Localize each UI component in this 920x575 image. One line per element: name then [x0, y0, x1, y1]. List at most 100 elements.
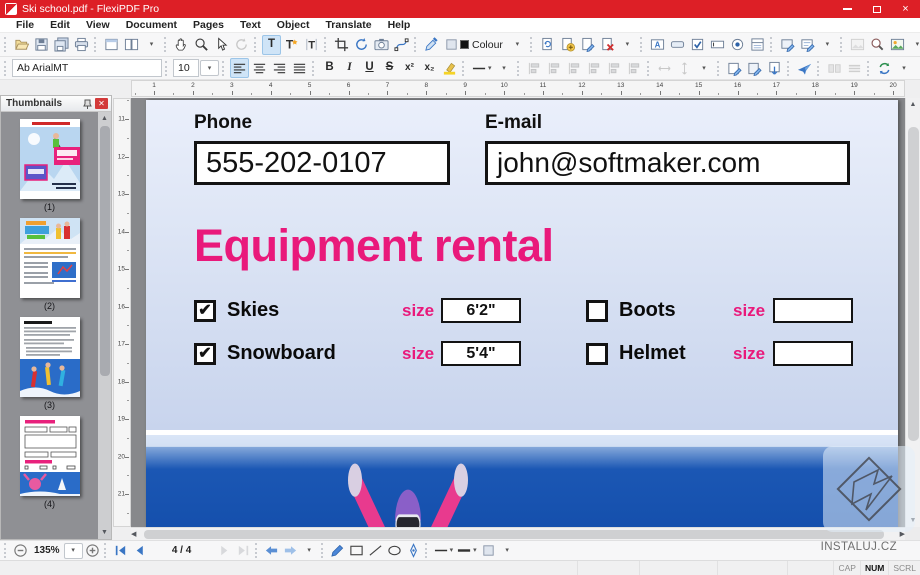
image-more-button[interactable]: ▾ [908, 35, 920, 55]
menu-item-view[interactable]: View [78, 19, 118, 31]
vertical-scroll-thumb[interactable] [908, 127, 919, 442]
page-view-more-button[interactable]: ▾ [142, 35, 161, 55]
obj-align-center-button[interactable] [545, 58, 564, 78]
select-object-tool-button[interactable] [212, 35, 231, 55]
draw-ellipse-button[interactable] [385, 541, 404, 561]
menu-item-file[interactable]: File [8, 19, 42, 31]
form-button-tool-button[interactable] [668, 35, 687, 55]
open-file-button[interactable] [12, 35, 31, 55]
zoom-tool-button[interactable] [192, 35, 211, 55]
edit-story-tool-button[interactable] [745, 58, 764, 78]
helmet-checkbox[interactable] [586, 342, 608, 365]
draw-line-button[interactable] [366, 541, 385, 561]
align-left-button[interactable] [230, 58, 249, 78]
format-more-button[interactable]: ▾ [495, 58, 514, 78]
draw-pencil-button[interactable] [328, 541, 347, 561]
stroke-style-button[interactable]: ▾ [432, 541, 456, 561]
snap-grid-button[interactable] [479, 541, 498, 561]
thumbnail-3[interactable] [19, 317, 80, 397]
boots-size-field[interactable] [773, 298, 853, 323]
thumbnails-scroll-down-icon[interactable]: ▼ [101, 527, 108, 538]
zoom-in-button[interactable] [83, 541, 102, 561]
obj-align-top-button[interactable] [585, 58, 604, 78]
edit-source-tool-button[interactable] [725, 58, 744, 78]
skies-checkbox[interactable]: ✔ [194, 299, 216, 322]
next-page-button[interactable] [215, 541, 234, 561]
previous-view-button[interactable] [262, 541, 281, 561]
stroke-width-button[interactable]: ▾ [455, 541, 479, 561]
horizontal-scrollbar[interactable]: ◀ ▶ [131, 527, 905, 540]
crop-tool-button[interactable] [332, 35, 351, 55]
grid-more-button[interactable]: ▾ [498, 541, 517, 561]
align-justify-button[interactable] [290, 58, 309, 78]
subscript-button[interactable]: x₂ [420, 58, 439, 78]
pin-icon[interactable] [83, 99, 92, 109]
insert-pages-button[interactable] [558, 35, 577, 55]
view-more-button[interactable]: ▾ [300, 541, 319, 561]
equal-width-button[interactable] [655, 58, 674, 78]
rotate-object-tool-button[interactable] [352, 35, 371, 55]
eyedropper-tool-button[interactable] [422, 35, 441, 55]
form-properties-tool-button[interactable] [798, 35, 817, 55]
thumbnail-1[interactable] [19, 119, 80, 199]
align-center-button[interactable] [250, 58, 269, 78]
replace-pages-button[interactable] [538, 35, 557, 55]
colour-more-button[interactable]: ▾ [508, 35, 527, 55]
thumbnail-4[interactable] [19, 416, 80, 496]
underline-button[interactable]: U [360, 58, 379, 78]
save-file-button[interactable] [32, 35, 51, 55]
highlight-text-button[interactable] [440, 58, 459, 78]
insert-image-tool-button[interactable] [888, 35, 907, 55]
thumbnails-scroll-up-icon[interactable]: ▲ [101, 113, 108, 124]
form-radio-tool-button[interactable] [728, 35, 747, 55]
align-right-button[interactable] [270, 58, 289, 78]
thumbnails-close-button[interactable]: ✕ [95, 98, 108, 109]
image-zoom-tool-button[interactable] [868, 35, 887, 55]
email-field[interactable]: john@softmaker.com [485, 141, 850, 185]
menu-item-document[interactable]: Document [118, 19, 185, 31]
form-edit-tool-button[interactable] [778, 35, 797, 55]
form-checkbox-tool-button[interactable] [688, 35, 707, 55]
next-view-button[interactable] [281, 541, 300, 561]
maximize-button[interactable] [862, 0, 891, 18]
single-page-view-button[interactable] [102, 35, 121, 55]
helmet-size-field[interactable] [773, 341, 853, 366]
prev-page-button[interactable] [130, 541, 149, 561]
pdf-page[interactable]: Phone 555-202-0107 E-mail john@softmaker… [146, 100, 898, 527]
boots-checkbox[interactable] [586, 299, 608, 322]
camera-tool-button[interactable] [372, 35, 391, 55]
hand-tool-button[interactable] [172, 35, 191, 55]
menu-item-text[interactable]: Text [232, 19, 269, 31]
form-listbox-tool-button[interactable] [748, 35, 767, 55]
thumbnails-scroll-thumb[interactable] [99, 126, 110, 376]
facing-pages-view-button[interactable] [122, 35, 141, 55]
font-preview[interactable]: Ab ArialMT [12, 59, 162, 77]
translate-tool-button[interactable] [795, 58, 814, 78]
text-frame-tool-button[interactable]: T [302, 35, 321, 55]
snowboard-size-field[interactable]: 5'4" [441, 341, 521, 366]
print-file-button[interactable] [72, 35, 91, 55]
last-page-button[interactable] [234, 541, 253, 561]
close-button[interactable]: × [891, 0, 920, 18]
image-tool-button[interactable] [848, 35, 867, 55]
edit-text-tool-button[interactable]: T [262, 34, 281, 55]
horizontal-scroll-thumb[interactable] [144, 530, 885, 539]
thumbnails-scrollbar[interactable]: ▲ ▼ [98, 112, 111, 539]
strikethrough-button[interactable]: S [380, 58, 399, 78]
compare-tool-button[interactable] [825, 58, 844, 78]
merge-tool-button[interactable] [845, 58, 864, 78]
obj-align-bottom-button[interactable] [625, 58, 644, 78]
equal-height-button[interactable] [675, 58, 694, 78]
form-label-tool-button[interactable]: A [648, 35, 667, 55]
form-more-button[interactable]: ▾ [818, 35, 837, 55]
obj-align-middle-button[interactable] [605, 58, 624, 78]
thumbnail-2[interactable] [19, 218, 80, 298]
snowboard-checkbox[interactable]: ✔ [194, 342, 216, 365]
bold-button[interactable]: B [320, 58, 339, 78]
italic-button[interactable]: I [340, 58, 359, 78]
scroll-up-icon[interactable]: ▲ [910, 98, 917, 111]
sync-more-button[interactable]: ▾ [895, 58, 914, 78]
draw-rectangle-button[interactable] [347, 541, 366, 561]
form-textfield-tool-button[interactable] [708, 35, 727, 55]
pages-more-button[interactable]: ▾ [618, 35, 637, 55]
